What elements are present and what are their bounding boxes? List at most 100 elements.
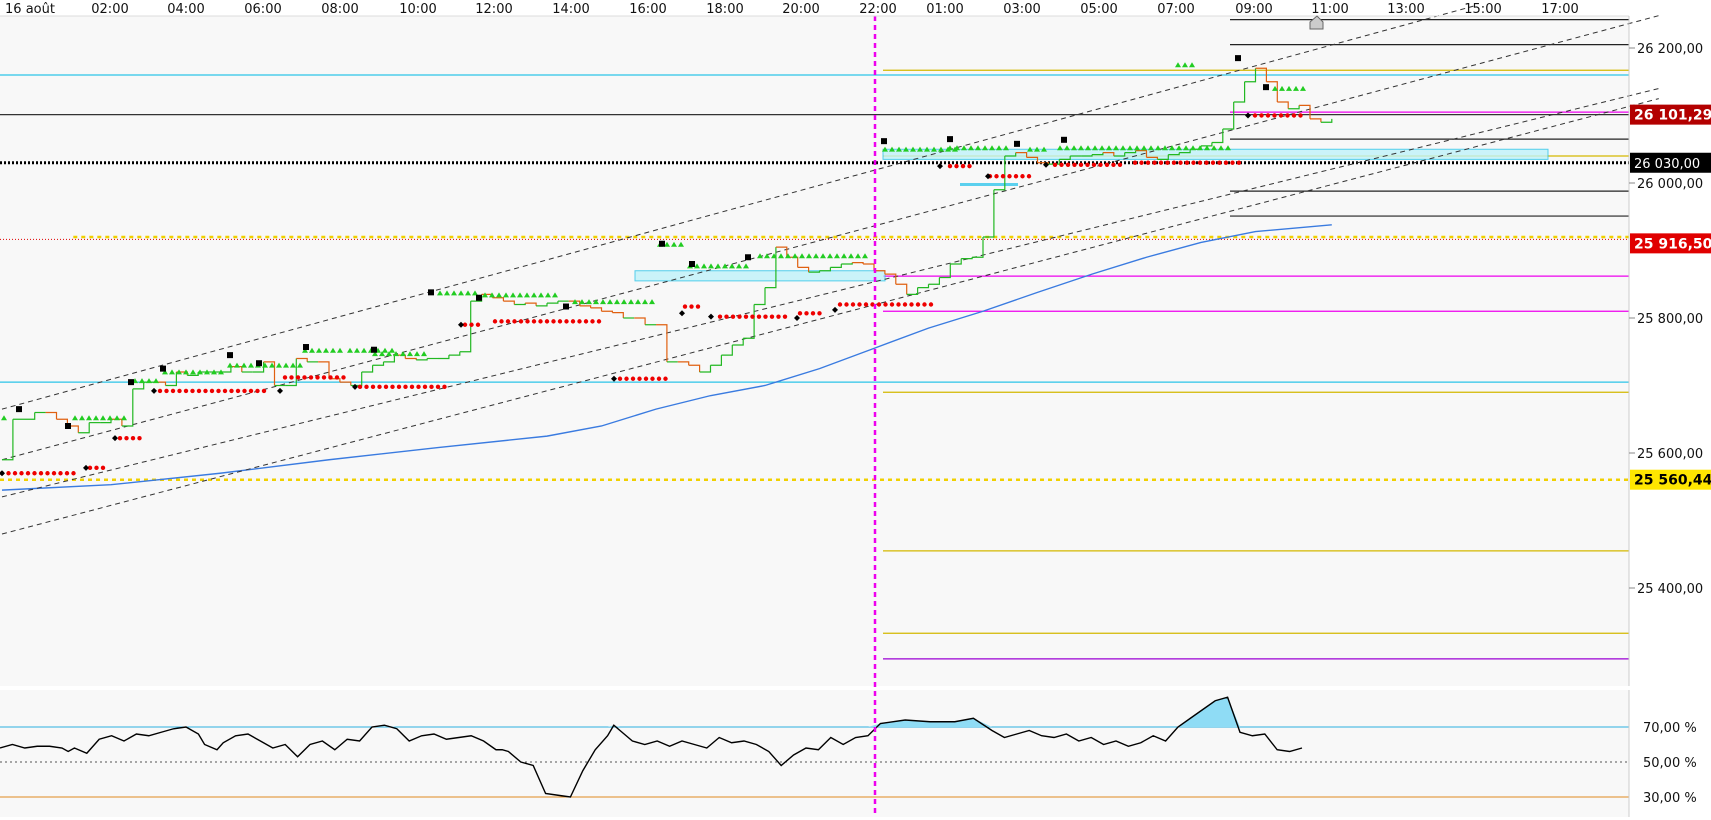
oscillator-panel: [0, 690, 1629, 817]
red-dot-marker: [409, 384, 415, 390]
time-tick-label: 22:00: [859, 2, 896, 17]
red-dot-marker: [1020, 174, 1025, 179]
red-dot-marker: [1171, 160, 1177, 165]
red-dot-marker: [583, 319, 589, 324]
red-dot-marker: [94, 465, 99, 471]
square-marker: [428, 289, 434, 296]
red-dot-marker: [617, 376, 623, 381]
square-marker: [303, 344, 309, 351]
red-dot-marker: [196, 388, 202, 394]
red-dot-marker: [756, 314, 762, 319]
red-dot-marker: [32, 471, 37, 476]
red-dot-marker: [1000, 174, 1006, 179]
red-dot-marker: [643, 376, 649, 381]
square-marker: [881, 138, 887, 145]
red-dot-marker: [844, 302, 849, 307]
red-dot-marker: [1298, 113, 1303, 118]
red-dot-marker: [403, 384, 408, 390]
red-dot-marker: [177, 388, 182, 394]
red-dot-marker: [6, 471, 11, 476]
time-tick-label: 04:00: [167, 2, 204, 17]
time-tick-label: 02:00: [91, 2, 128, 17]
price-tick-label: 25 600,00: [1637, 447, 1703, 462]
red-dot-marker: [776, 314, 781, 319]
red-dot-marker: [915, 302, 921, 307]
time-tick-label: 18:00: [706, 2, 743, 17]
time-tick-label: 12:00: [475, 2, 512, 17]
red-dot-marker: [315, 375, 320, 380]
red-dot-marker: [364, 384, 369, 390]
red-dot-marker: [902, 302, 908, 307]
square-marker: [947, 136, 953, 143]
red-dot-marker: [1265, 113, 1271, 118]
red-dot-marker: [570, 319, 576, 324]
red-dot-marker: [577, 319, 582, 324]
red-dot-marker: [58, 471, 63, 476]
price-tag-label: 26 030,00: [1634, 157, 1700, 172]
red-dot-marker: [64, 471, 70, 476]
red-dot-marker: [255, 388, 260, 394]
time-tick-label: 16:00: [629, 2, 666, 17]
red-dot-marker: [377, 384, 382, 390]
red-dot-marker: [1091, 162, 1097, 167]
red-dot-marker: [1191, 160, 1196, 165]
red-dot-marker: [1117, 162, 1123, 167]
red-dot-marker: [763, 314, 768, 319]
price-chart[interactable]: 70,00 % 50,00 % 30,00 % 16 août 02:00 04:00 0…: [0, 0, 1711, 820]
red-dot-marker: [624, 376, 629, 381]
red-dot-marker: [947, 163, 953, 169]
red-dot-marker: [383, 384, 389, 390]
red-dot-marker: [1158, 160, 1164, 165]
square-marker: [1014, 140, 1020, 147]
red-dot-marker: [538, 319, 543, 324]
red-dot-marker: [1210, 160, 1216, 165]
square-marker: [227, 352, 233, 359]
red-dot-marker: [130, 435, 136, 441]
red-dot-marker: [261, 388, 267, 394]
square-marker: [689, 261, 695, 267]
price-tag-label: 25 560,44: [1634, 473, 1711, 489]
red-dot-marker: [730, 314, 736, 319]
red-dot-marker: [100, 465, 106, 471]
red-dot-marker: [429, 384, 434, 390]
red-dot-marker: [295, 375, 301, 380]
price-tick-label: 25 800,00: [1637, 312, 1703, 327]
time-tick-label: 09:00: [1235, 2, 1272, 17]
red-dot-marker: [782, 314, 788, 319]
red-dot-marker: [435, 384, 441, 390]
red-dot-marker: [663, 376, 668, 381]
red-dot-marker: [1059, 162, 1064, 167]
red-dot-marker: [743, 314, 749, 319]
red-dot-marker: [1013, 174, 1019, 179]
red-dot-marker: [1272, 113, 1277, 118]
red-dot-marker: [922, 302, 927, 307]
red-dot-marker: [422, 384, 428, 390]
red-dot-marker: [551, 319, 556, 324]
red-dot-marker: [596, 319, 602, 324]
red-dot-marker: [25, 471, 31, 476]
cyan-zone: [634, 270, 886, 282]
red-dot-marker: [1078, 162, 1084, 167]
red-dot-marker: [334, 375, 340, 380]
red-dot-marker: [390, 384, 395, 390]
red-dot-marker: [124, 435, 129, 441]
red-dot-marker: [689, 304, 694, 309]
red-dot-marker: [717, 314, 723, 319]
red-dot-marker: [370, 384, 376, 390]
red-dot-marker: [750, 314, 755, 319]
red-dot-marker: [229, 388, 234, 394]
red-dot-marker: [1204, 160, 1209, 165]
red-dot-marker: [242, 388, 247, 394]
red-dot-marker: [442, 384, 447, 390]
oscillator-level-label: 50,00 %: [1643, 756, 1697, 771]
red-dot-marker: [1259, 113, 1264, 118]
red-dot-marker: [1291, 113, 1297, 118]
red-dot-marker: [889, 302, 895, 307]
square-marker: [476, 294, 482, 301]
red-dot-marker: [1217, 160, 1222, 165]
red-dot-marker: [896, 302, 901, 307]
red-dot-marker: [289, 375, 294, 380]
red-dot-marker: [960, 163, 966, 169]
red-dot-marker: [505, 319, 511, 324]
square-marker: [745, 254, 751, 261]
